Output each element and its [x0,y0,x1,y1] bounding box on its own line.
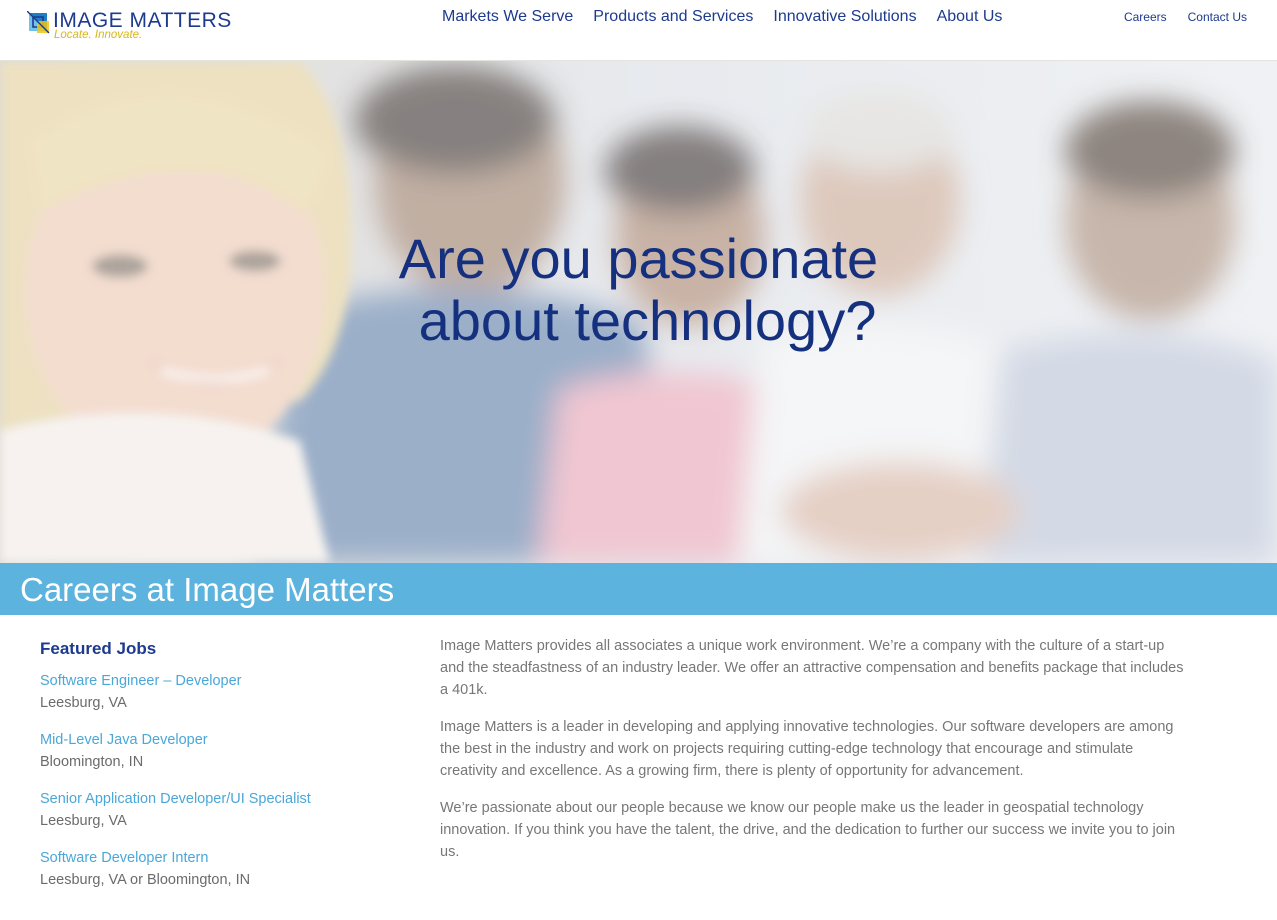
nav-about-us[interactable]: About Us [937,8,1003,26]
hero-heading: Are you passionate about technology? [0,228,1277,352]
nav-contact-us[interactable]: Contact Us [1188,10,1247,24]
job-title-link[interactable]: Mid-Level Java Developer [40,729,400,751]
site-logo[interactable]: IMAGE MATTERS Locate. Innovate. [27,9,267,43]
job-listing: Senior Application Developer/UI Speciali… [40,788,400,832]
logo-tagline: Locate. Innovate. [54,29,143,41]
job-location: Leesburg, VA [40,695,127,711]
nav-careers[interactable]: Careers [1124,10,1167,24]
job-listing: Software Developer Intern Leesburg, VA o… [40,847,400,891]
job-listing: Mid-Level Java Developer Bloomington, IN [40,729,400,773]
job-location: Leesburg, VA or Bloomington, IN [40,872,251,888]
about-paragraph: Image Matters is a leader in developing … [440,719,1174,779]
site-header: IMAGE MATTERS Locate. Innovate. Markets … [0,0,1277,61]
nav-markets-we-serve[interactable]: Markets We Serve [442,8,573,26]
hero-heading-line1: Are you passionate [398,227,879,290]
careers-description: Image Matters provides all associates a … [440,635,1188,878]
utility-nav: Careers Contact Us [1103,10,1247,24]
job-listing: Software Engineer – Developer Leesburg, … [40,670,400,714]
hero-heading-line2: about technology? [418,289,877,352]
nav-innovative-solutions[interactable]: Innovative Solutions [773,8,916,26]
logo-mark-icon [27,11,50,34]
job-title-link[interactable]: Senior Application Developer/UI Speciali… [40,788,400,810]
job-location: Bloomington, IN [40,754,144,770]
careers-title: Careers at Image Matters [20,571,395,608]
featured-jobs-heading: Featured Jobs [40,639,157,658]
job-title-link[interactable]: Software Developer Intern [40,847,400,869]
nav-products-and-services[interactable]: Products and Services [593,8,753,26]
careers-band: Careers at Image Matters [0,563,1277,615]
about-paragraph: Image Matters provides all associates a … [440,638,1184,698]
job-location: Leesburg, VA [40,813,127,829]
hero-banner: Are you passionate about technology? [0,61,1277,563]
job-title-link[interactable]: Software Engineer – Developer [40,670,400,692]
about-paragraph: We’re passionate about our people becaus… [440,800,1176,860]
featured-jobs: Featured Jobs Software Engineer – Develo… [40,639,400,906]
main-nav: Markets We Serve Products and Services I… [442,8,1022,26]
careers-content: Featured Jobs Software Engineer – Develo… [0,615,1277,920]
